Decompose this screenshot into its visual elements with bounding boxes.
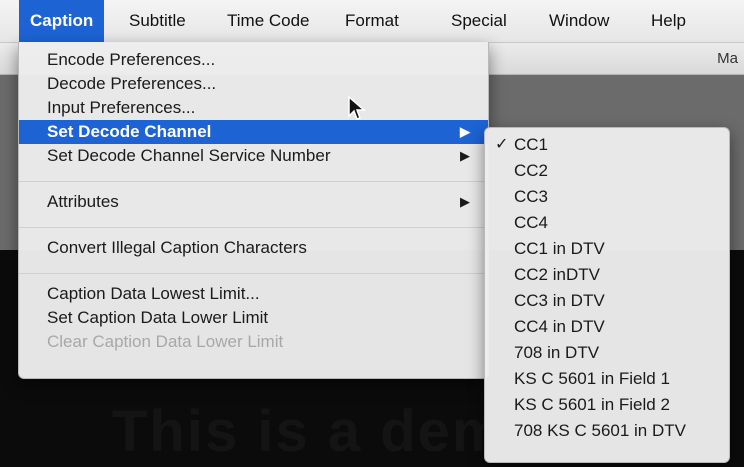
menu-window[interactable]: Window bbox=[538, 0, 620, 42]
caption-preview-text: This is a dem bbox=[112, 399, 506, 464]
checkmark-icon: ✓ bbox=[495, 136, 509, 153]
menu-subtitle[interactable]: Subtitle bbox=[118, 0, 197, 42]
menu-item-input-preferences[interactable]: Input Preferences... bbox=[19, 96, 488, 120]
submenu-item-label: KS C 5601 in Field 1 bbox=[514, 369, 670, 388]
submenu-item-cc4-in-dtv[interactable]: CC4 in DTV bbox=[485, 314, 729, 340]
submenu-item-label: CC3 bbox=[514, 187, 549, 206]
menu-item-caption-data-lowest-limit[interactable]: Caption Data Lowest Limit... bbox=[19, 282, 488, 306]
submenu-item-label: KS C 5601 in Field 2 bbox=[514, 395, 670, 414]
menu-separator bbox=[19, 273, 488, 274]
submenu-item-708-ksc5601-in-dtv[interactable]: 708 KS C 5601 in DTV bbox=[485, 418, 729, 444]
menu-separator bbox=[19, 227, 488, 228]
submenu-item-label: CC2 bbox=[514, 161, 549, 180]
submenu-item-label: CC3 in DTV bbox=[514, 291, 605, 310]
submenu-item-label: CC4 bbox=[514, 213, 549, 232]
menu-item-decode-preferences[interactable]: Decode Preferences... bbox=[19, 72, 488, 96]
menu-item-set-decode-channel[interactable]: Set Decode Channel ▶ bbox=[19, 120, 488, 144]
caption-menu: Encode Preferences... Decode Preferences… bbox=[18, 42, 489, 379]
decode-channel-submenu: ✓ CC1 CC2 CC3 CC4 CC1 in DTV CC2 inDTV C… bbox=[484, 127, 730, 463]
submenu-arrow-icon: ▶ bbox=[460, 148, 470, 163]
submenu-arrow-icon: ▶ bbox=[460, 194, 470, 209]
menu-item-encode-preferences[interactable]: Encode Preferences... bbox=[19, 48, 488, 72]
menu-caption[interactable]: Caption bbox=[19, 0, 105, 42]
submenu-item-cc3[interactable]: CC3 bbox=[485, 184, 729, 210]
submenu-item-label: CC1 bbox=[514, 135, 549, 154]
menu-item-set-caption-data-lower-limit[interactable]: Set Caption Data Lower Limit bbox=[19, 306, 488, 330]
submenu-arrow-icon: ▶ bbox=[460, 124, 470, 139]
menu-item-attributes[interactable]: Attributes ▶ bbox=[19, 190, 488, 214]
menu-item-label: Encode Preferences... bbox=[47, 50, 216, 69]
submenu-item-708-in-dtv[interactable]: 708 in DTV bbox=[485, 340, 729, 366]
submenu-item-cc3-in-dtv[interactable]: CC3 in DTV bbox=[485, 288, 729, 314]
menu-item-label: Set Decode Channel bbox=[47, 122, 212, 141]
submenu-item-ksc5601-field1[interactable]: KS C 5601 in Field 1 bbox=[485, 366, 729, 392]
menu-format[interactable]: Format bbox=[334, 0, 410, 42]
menu-item-label: Caption Data Lowest Limit... bbox=[47, 284, 260, 303]
toolbar-partial-label: Ma bbox=[717, 50, 738, 67]
menu-item-clear-caption-data-lower-limit: Clear Caption Data Lower Limit bbox=[19, 330, 488, 354]
menu-item-label: Set Decode Channel Service Number bbox=[47, 146, 331, 165]
mouse-pointer-icon bbox=[348, 96, 367, 120]
submenu-item-label: 708 in DTV bbox=[514, 343, 600, 362]
menu-time-code[interactable]: Time Code bbox=[216, 0, 321, 42]
submenu-item-cc2[interactable]: CC2 bbox=[485, 158, 729, 184]
submenu-item-label: CC1 in DTV bbox=[514, 239, 605, 258]
submenu-item-label: CC2 inDTV bbox=[514, 265, 600, 284]
menu-item-label: Set Caption Data Lower Limit bbox=[47, 308, 269, 327]
menu-item-convert-illegal-caption-characters[interactable]: Convert Illegal Caption Characters bbox=[19, 236, 488, 260]
submenu-item-cc4[interactable]: CC4 bbox=[485, 210, 729, 236]
submenu-item-cc2-in-dtv[interactable]: CC2 inDTV bbox=[485, 262, 729, 288]
menu-separator bbox=[19, 181, 488, 182]
menu-item-label: Input Preferences... bbox=[47, 98, 196, 117]
menu-item-label: Clear Caption Data Lower Limit bbox=[47, 332, 284, 351]
menu-help[interactable]: Help bbox=[640, 0, 697, 42]
menu-item-label: Convert Illegal Caption Characters bbox=[47, 238, 307, 257]
menu-item-set-decode-channel-service-number[interactable]: Set Decode Channel Service Number ▶ bbox=[19, 144, 488, 168]
menu-bar: Caption Subtitle Time Code Format Specia… bbox=[0, 0, 744, 43]
menu-special[interactable]: Special bbox=[440, 0, 518, 42]
submenu-item-cc1-in-dtv[interactable]: CC1 in DTV bbox=[485, 236, 729, 262]
submenu-item-label: CC4 in DTV bbox=[514, 317, 605, 336]
submenu-item-cc1[interactable]: ✓ CC1 bbox=[485, 132, 729, 158]
menu-item-label: Decode Preferences... bbox=[47, 74, 217, 93]
menu-item-label: Attributes bbox=[47, 192, 119, 211]
submenu-item-ksc5601-field2[interactable]: KS C 5601 in Field 2 bbox=[485, 392, 729, 418]
submenu-item-label: 708 KS C 5601 in DTV bbox=[514, 421, 686, 440]
